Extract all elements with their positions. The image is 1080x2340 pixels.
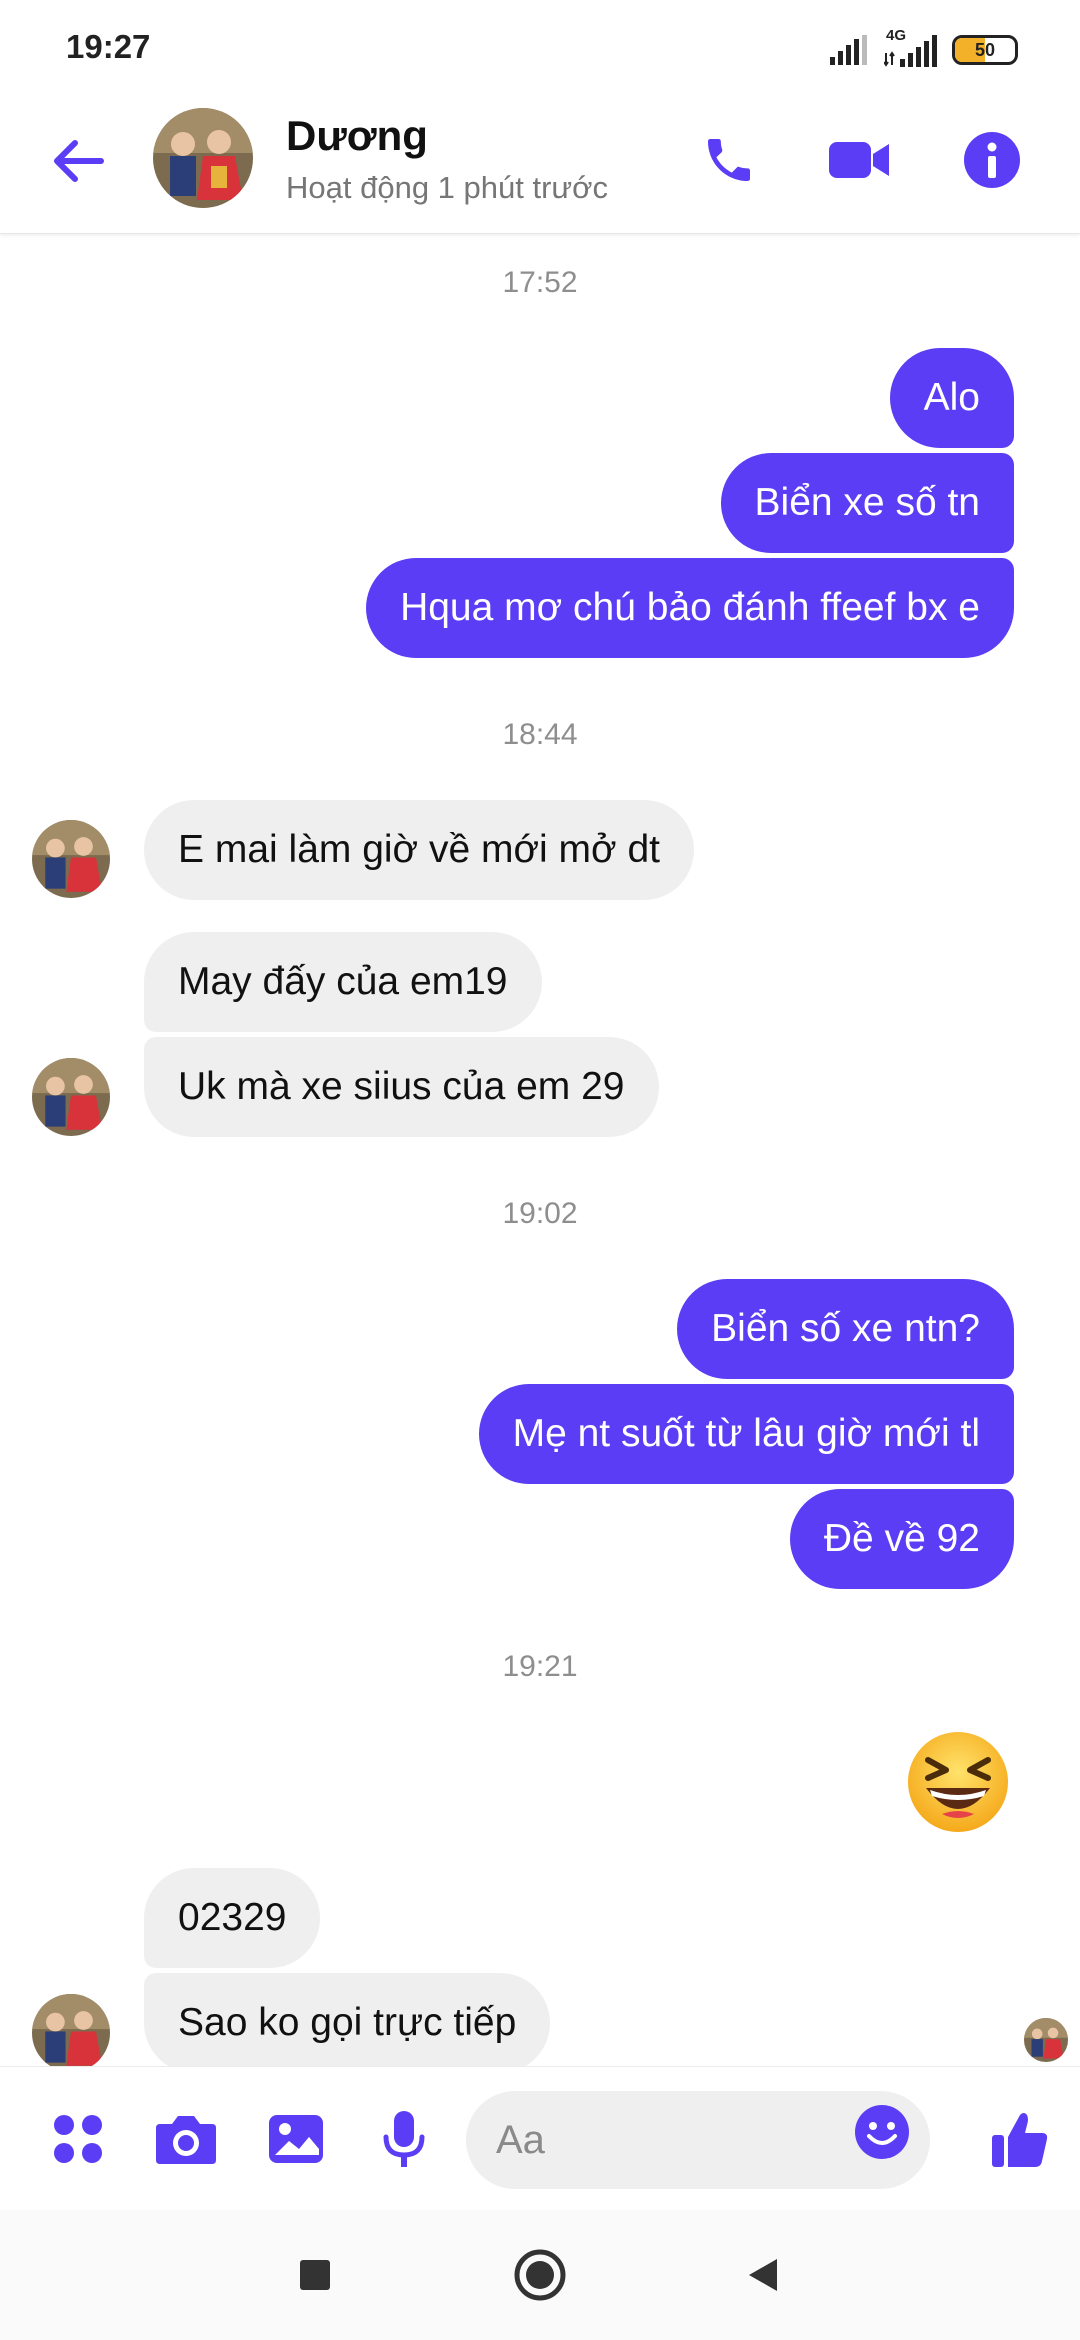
seen-receipt-avatar — [1024, 2018, 1068, 2062]
incoming-message[interactable]: E mai làm giờ về mới mở dt — [144, 800, 694, 900]
gallery-button[interactable] — [258, 2101, 334, 2177]
info-icon — [964, 132, 1020, 188]
camera-icon — [156, 2116, 216, 2164]
grid-dots-icon — [54, 2115, 102, 2163]
contact-active-status: Hoạt động 1 phút trước — [286, 170, 608, 205]
recent-apps-button[interactable] — [280, 2240, 350, 2310]
mobile-data-indicator: 4G — [884, 27, 938, 67]
contact-avatar[interactable] — [153, 108, 253, 208]
sender-avatar[interactable] — [32, 820, 110, 898]
status-bar: 19:27 4G 50 — [0, 0, 1080, 96]
home-button[interactable] — [505, 2240, 575, 2310]
status-icons: 4G 50 — [830, 27, 1018, 70]
image-icon — [269, 2115, 323, 2163]
laughing-emoji-message[interactable] — [906, 1730, 1010, 1834]
smiley-icon — [855, 2105, 909, 2159]
signal-icon — [884, 35, 937, 67]
message-timestamp: 19:21 — [502, 1650, 578, 1683]
conversation-info-button[interactable] — [956, 124, 1028, 196]
laughing-face-icon — [908, 1732, 1008, 1832]
incoming-message[interactable]: May đấy của em19 — [144, 932, 542, 1032]
outgoing-message[interactable]: Alo — [889, 348, 1014, 448]
outgoing-message[interactable]: Hqua mơ chú bảo đánh ffeef bx e — [366, 558, 1014, 658]
incoming-message[interactable]: Uk mà xe siius của em 29 — [144, 1037, 659, 1137]
thumbs-up-icon — [992, 2113, 1048, 2167]
message-composer — [0, 2066, 1080, 2210]
outgoing-message[interactable]: Đề về 92 — [789, 1489, 1014, 1589]
sender-avatar[interactable] — [32, 1994, 110, 2072]
camera-button[interactable] — [148, 2101, 224, 2177]
incoming-message[interactable]: Sao ko gọi trực tiếp — [144, 1973, 551, 2073]
emoji-picker-button[interactable] — [850, 2100, 914, 2164]
battery-level: 50 — [974, 39, 996, 60]
video-call-button[interactable] — [824, 124, 896, 196]
outgoing-message[interactable]: Biển số xe ntn? — [677, 1279, 1014, 1379]
arrow-left-icon — [54, 140, 104, 182]
battery-indicator: 50 — [952, 35, 1018, 65]
voice-call-button[interactable] — [693, 124, 765, 196]
voice-message-button[interactable] — [366, 2101, 442, 2177]
triangle-back-icon — [749, 2259, 777, 2291]
message-timestamp: 19:02 — [502, 1197, 578, 1230]
conversation-header: Dương Hoạt động 1 phút trước — [0, 96, 1080, 234]
sender-avatar[interactable] — [32, 1058, 110, 1136]
like-button[interactable] — [982, 2101, 1058, 2177]
system-navigation-bar — [0, 2210, 1080, 2340]
contact-name[interactable]: Dương — [286, 112, 428, 160]
message-timestamp: 17:52 — [502, 266, 578, 299]
message-timestamp: 18:44 — [502, 718, 578, 751]
video-camera-icon — [829, 142, 889, 178]
status-time: 19:27 — [66, 28, 151, 65]
back-nav-button[interactable] — [728, 2240, 798, 2310]
microphone-icon — [383, 2111, 425, 2167]
back-button[interactable] — [42, 126, 112, 196]
more-actions-button[interactable] — [40, 2101, 116, 2177]
square-icon — [300, 2260, 330, 2290]
circle-icon — [514, 2249, 566, 2301]
outgoing-message[interactable]: Mẹ nt suốt từ lâu giờ mới tl — [478, 1384, 1014, 1484]
phone-icon — [708, 139, 750, 181]
incoming-message[interactable]: 02329 — [144, 1868, 321, 1968]
outgoing-message[interactable]: Biển xe số tn — [720, 453, 1014, 553]
signal-icon — [830, 35, 867, 65]
